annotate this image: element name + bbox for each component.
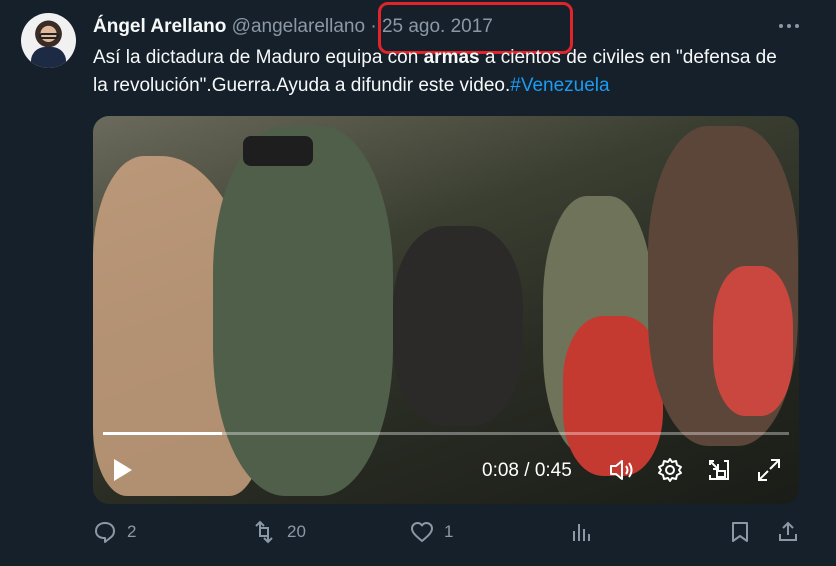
reply-count: 2 (127, 522, 137, 541)
like-button[interactable]: 1 (410, 520, 453, 544)
volume-icon[interactable] (607, 456, 635, 484)
author-handle[interactable]: @angelarellano (232, 16, 365, 37)
video-scene-figure (213, 126, 393, 496)
bookmark-icon[interactable] (728, 520, 752, 544)
author-avatar[interactable] (21, 13, 76, 68)
share-icon[interactable] (776, 520, 800, 544)
video-player[interactable]: 0:08 / 0:45 (93, 116, 799, 504)
play-icon[interactable] (111, 456, 135, 484)
reply-icon (93, 520, 117, 544)
analytics-icon[interactable] (569, 520, 593, 544)
avatar-glasses (39, 33, 59, 39)
header-separator: · (370, 16, 377, 37)
pip-icon[interactable] (705, 456, 733, 484)
video-scene-figure (243, 136, 313, 166)
avatar-shirt (31, 47, 66, 68)
video-scene-figure (393, 226, 523, 426)
video-progress-fill (103, 432, 223, 435)
video-time: 0:08 / 0:45 (482, 460, 572, 481)
video-scene-figure (713, 266, 793, 416)
more-icon[interactable] (776, 16, 802, 36)
retweet-icon (251, 520, 277, 544)
settings-icon[interactable] (656, 456, 684, 484)
tweet-text-bold: armas (423, 47, 480, 68)
author-name[interactable]: Ángel Arellano (93, 16, 226, 37)
tweet-text-part1: Así la dictadura de Maduro equipa con (93, 47, 424, 68)
like-icon (410, 520, 434, 544)
reply-button[interactable]: 2 (93, 520, 136, 544)
tweet-actions: 2 20 1 (0, 520, 836, 550)
retweet-count: 20 (287, 522, 306, 541)
video-progress-bar[interactable] (103, 432, 789, 435)
fullscreen-icon[interactable] (755, 456, 783, 484)
retweet-button[interactable]: 20 (251, 520, 306, 544)
like-count: 1 (444, 522, 454, 541)
tweet-text: Así la dictadura de Maduro equipa con ar… (93, 44, 793, 100)
hashtag-link[interactable]: #Venezuela (510, 75, 609, 96)
